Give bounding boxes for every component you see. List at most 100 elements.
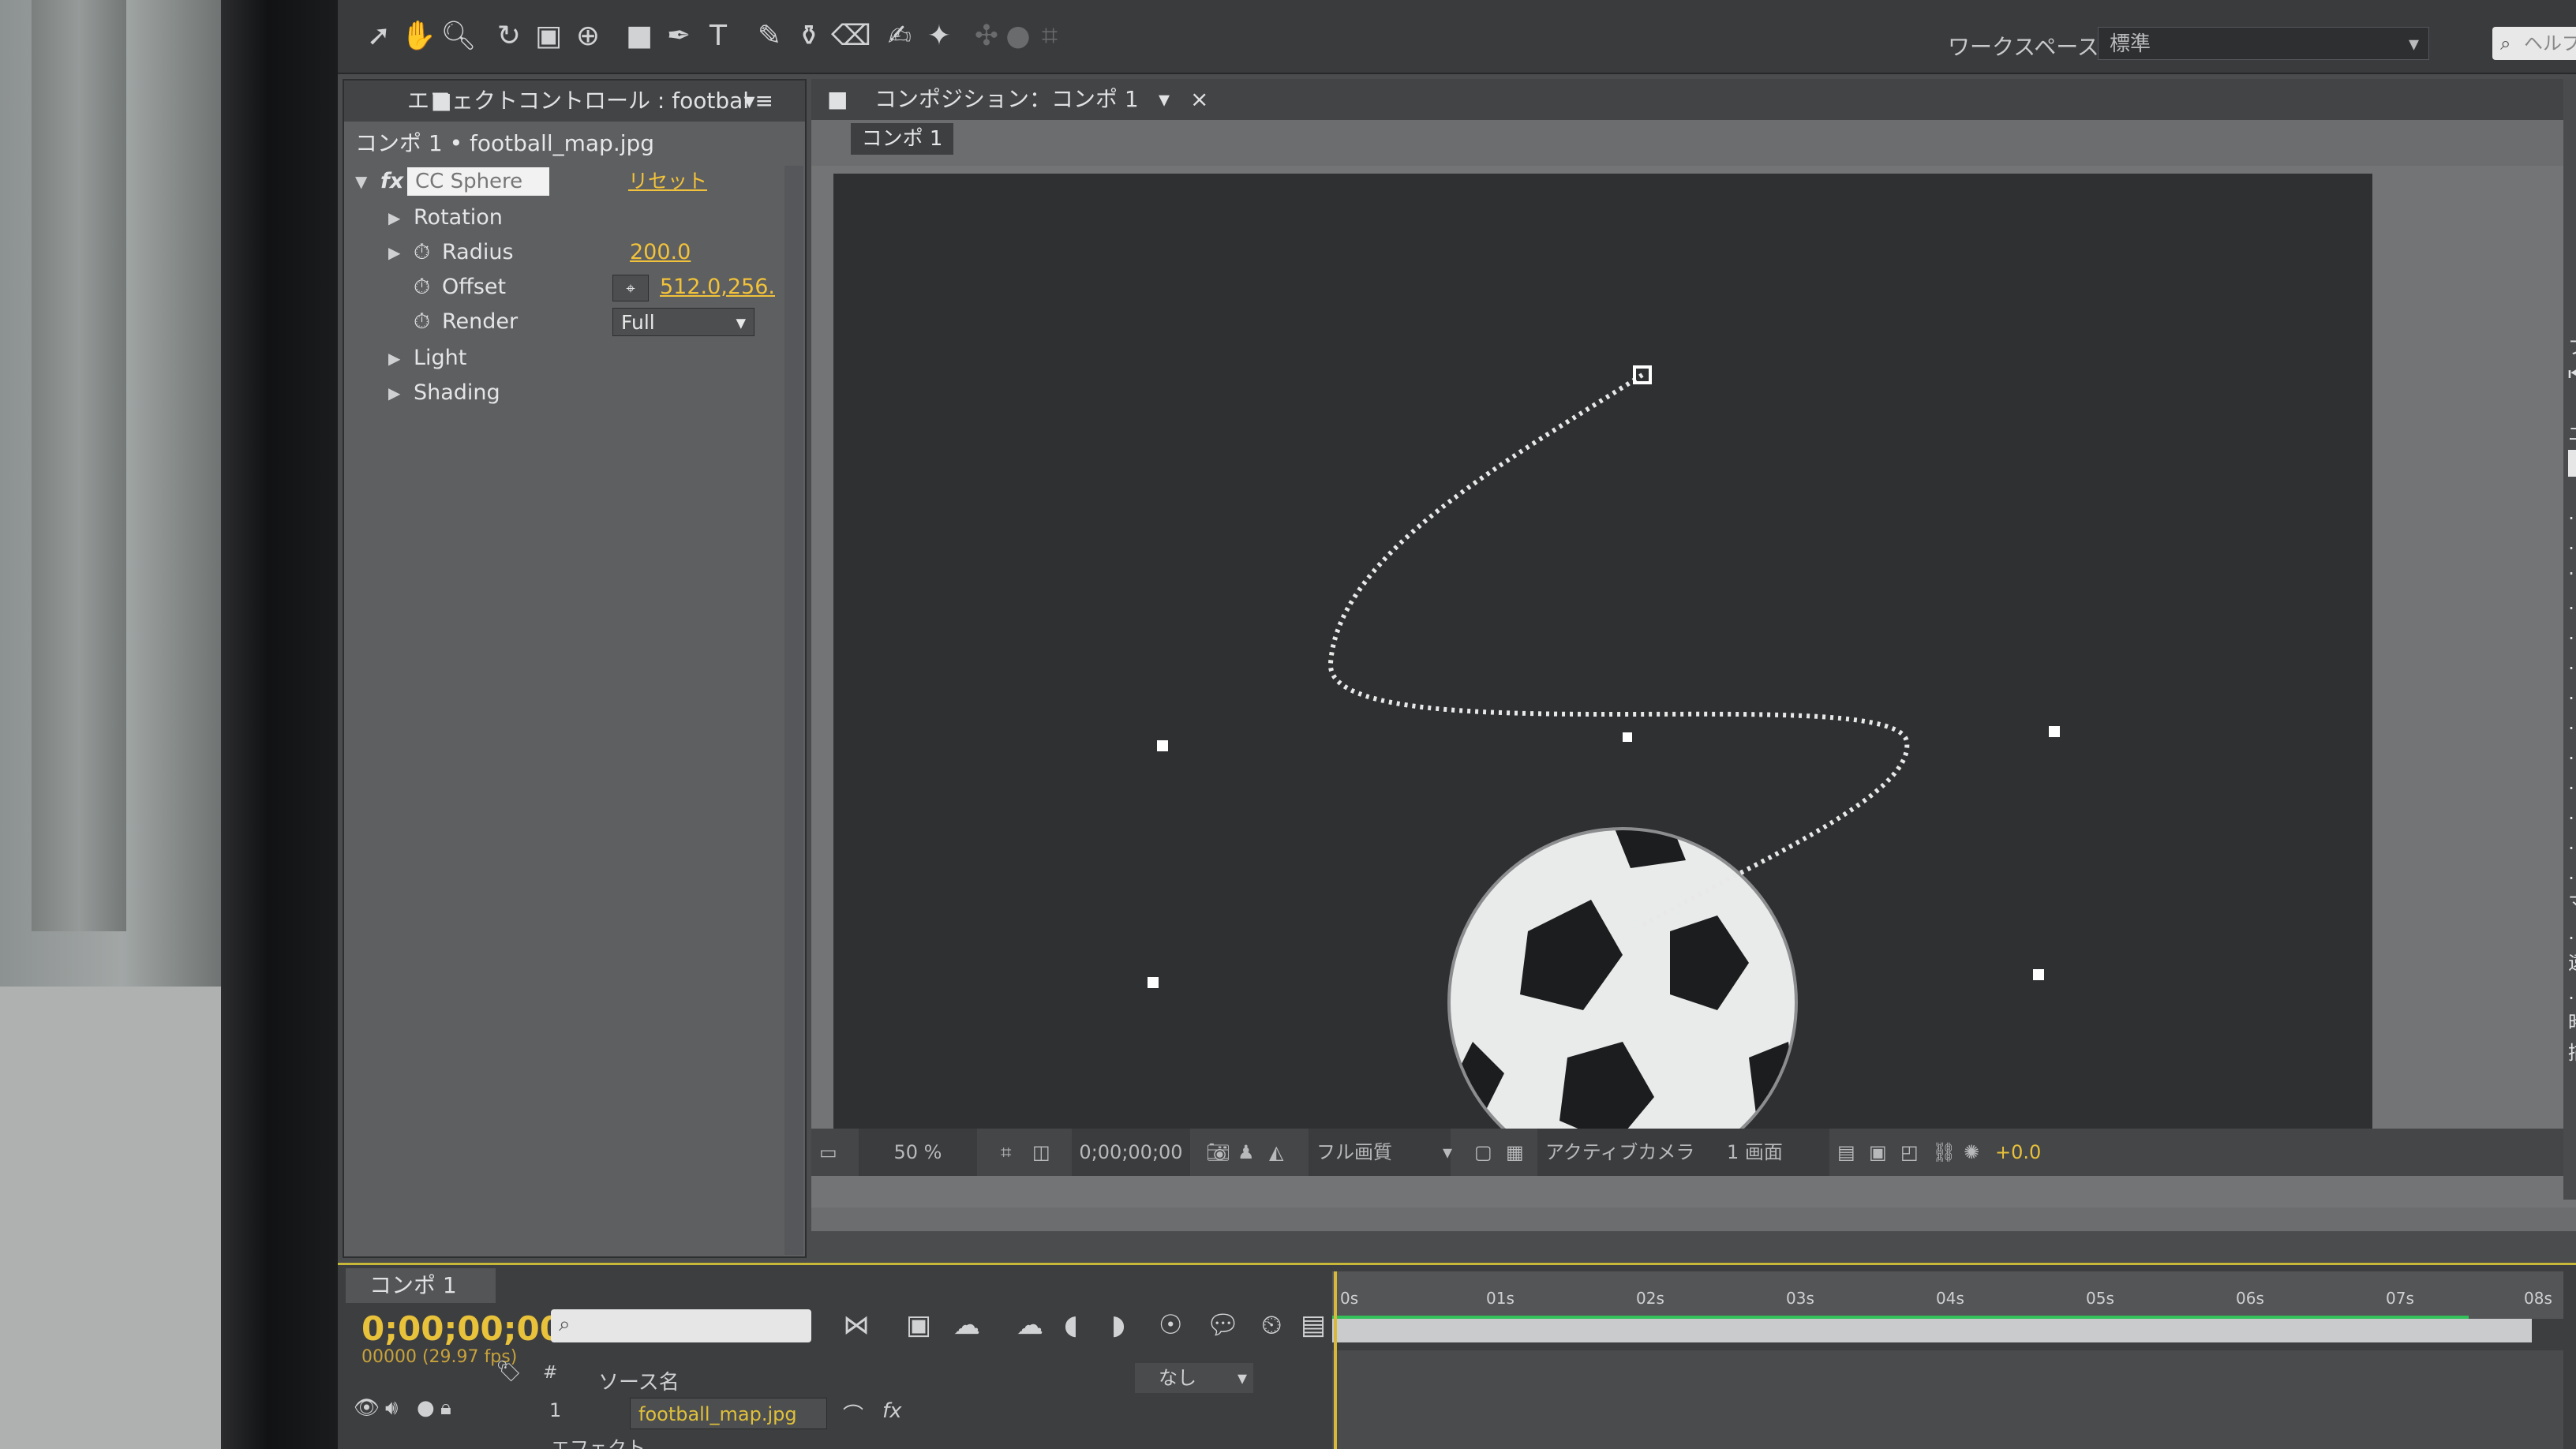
chevron-down-icon[interactable]: ▾	[1159, 79, 1170, 120]
draft-3d-icon[interactable]: ▣	[906, 1309, 931, 1341]
corner-handle[interactable]	[2049, 726, 2060, 737]
color-channel-icon[interactable]: ◭	[1269, 1129, 1283, 1176]
effect-category[interactable]: 時間	[2568, 1007, 2576, 1035]
fx-switch-icon[interactable]: fx	[882, 1399, 902, 1423]
stopwatch-icon[interactable]: ⏱	[414, 235, 430, 270]
tab-composition[interactable]: ■ コンポジション：コンポ 1 ▾ ×	[811, 79, 2576, 120]
corner-handle[interactable]	[1148, 977, 1159, 988]
close-icon[interactable]: ×	[1190, 79, 1208, 120]
property-rotation[interactable]: ▶ Rotation	[344, 200, 786, 235]
roto-brush-tool-icon[interactable]: ✍	[882, 19, 917, 54]
timeline-toggle-icon[interactable]: ◰	[1900, 1129, 1919, 1176]
clone-stamp-tool-icon[interactable]: ⚱	[792, 19, 826, 54]
triangle-right-icon[interactable]: ▶	[388, 235, 400, 270]
exposure-value[interactable]: +0.0	[1995, 1129, 2041, 1176]
render-select[interactable]: Full ▾	[612, 308, 754, 336]
brainstorm-icon[interactable]: ◗	[1111, 1309, 1125, 1341]
chat-icon[interactable]: 💬︎	[1206, 1309, 1240, 1341]
reset-link[interactable]: リセット	[628, 164, 707, 199]
effect-category[interactable]: …ョン	[2568, 977, 2576, 1005]
always-preview-icon[interactable]: ▭	[819, 1129, 837, 1176]
frame-blending-icon[interactable]: ☁	[1017, 1309, 1043, 1341]
graph-editor-icon[interactable]: ☉	[1159, 1309, 1182, 1341]
transparency-grid-icon[interactable]: ▦	[1506, 1129, 1524, 1176]
current-time-indicator[interactable]	[1334, 1271, 1337, 1449]
motion-path-overlay[interactable]	[833, 174, 2372, 1156]
effect-category[interactable]: …ル	[2568, 527, 2576, 555]
stopwatch-icon[interactable]: ⏱	[414, 305, 430, 339]
effect-category[interactable]: …オ	[2568, 617, 2576, 645]
effects-search-input[interactable]	[2568, 450, 2576, 477]
world-axis-icon[interactable]: ●	[1001, 19, 1035, 54]
effect-category[interactable]: …ル	[2568, 737, 2576, 765]
property-shading[interactable]: ▶ Shading	[344, 376, 786, 410]
offset-value[interactable]: 512.0,256.	[660, 270, 775, 305]
layer-duration-bar[interactable]	[1332, 1350, 2563, 1449]
help-search-input[interactable]: ⌕ ヘルプを検索	[2492, 27, 2576, 60]
grid-icon[interactable]: ⌗	[1001, 1129, 1012, 1176]
selection-tool-icon[interactable]: ➚	[361, 19, 396, 54]
path-vertex[interactable]	[1623, 732, 1632, 742]
camera-tool-icon[interactable]: ▣	[531, 19, 566, 54]
parent-select[interactable]: なし ▾	[1135, 1363, 1253, 1393]
comp-breadcrumb[interactable]: コンポ 1	[851, 123, 953, 155]
effect-category[interactable]: …ョン	[2568, 767, 2576, 795]
hide-shy-icon[interactable]: ☁	[953, 1309, 980, 1341]
zoom-select[interactable]: 50 %	[859, 1129, 977, 1176]
corner-handle[interactable]	[2033, 969, 2044, 980]
motion-blur-icon[interactable]: ◖	[1064, 1309, 1078, 1341]
effect-category[interactable]: …グ	[2568, 647, 2576, 675]
flowchart-icon[interactable]: ⛓	[1932, 1129, 1956, 1176]
puppet-pin-tool-icon[interactable]: ✦	[922, 19, 957, 54]
effect-category[interactable]: …ture	[2568, 557, 2576, 579]
effect-category[interactable]: …リティ	[2568, 917, 2576, 945]
effect-category[interactable]: マット	[2568, 887, 2576, 915]
crosshair-icon[interactable]: ⌖	[612, 275, 649, 301]
property-offset[interactable]: ⏱ Offset ⌖ 512.0,256.	[344, 270, 786, 305]
region-of-interest-icon[interactable]: ▢	[1474, 1129, 1492, 1176]
triangle-right-icon[interactable]: ▶	[388, 200, 400, 235]
camera-snapshot-icon[interactable]: 📷︎	[1206, 1129, 1230, 1176]
viewer-timecode[interactable]: 0;00;00;00	[1072, 1129, 1190, 1176]
audio-icon[interactable]: 🔊︎	[385, 1396, 398, 1421]
switch-icon[interactable]: ⌒	[843, 1399, 863, 1428]
graph-icon[interactable]: ▤	[1301, 1309, 1326, 1341]
zoom-tool-icon[interactable]: 🔍︎	[440, 19, 477, 54]
panel-lock-icon[interactable]: ■	[827, 79, 848, 120]
views-select[interactable]: 1 画面	[1719, 1129, 1829, 1176]
fast-preview-icon[interactable]: ▣	[1869, 1129, 1887, 1176]
hand-tool-icon[interactable]: ✋	[401, 19, 436, 54]
exposure-icon[interactable]: ✺	[1964, 1129, 1979, 1176]
rectangle-tool-icon[interactable]: ■	[622, 19, 657, 54]
property-radius[interactable]: ▶ ⏱ Radius 200.0	[344, 235, 786, 270]
tab-timeline-comp[interactable]: コンポ 1	[346, 1268, 496, 1303]
axis-mode-icon[interactable]: ✣	[969, 19, 1004, 54]
eye-icon[interactable]: 👁︎	[354, 1396, 380, 1420]
effect-category[interactable]: 描画	[2568, 1037, 2576, 1065]
work-area-bar[interactable]	[1332, 1319, 2532, 1342]
effect-name[interactable]: CC Sphere	[407, 167, 549, 196]
solo-icon[interactable]: ●	[417, 1396, 435, 1420]
effect-category[interactable]: 遠近	[2568, 947, 2576, 975]
corner-handle[interactable]	[1157, 740, 1168, 751]
panel-close-icon[interactable]: ■	[431, 80, 451, 122]
snapshot-icon[interactable]: ◫	[1032, 1129, 1050, 1176]
property-render[interactable]: ⏱ Render Full ▾	[344, 305, 786, 339]
workspace-select[interactable]: 標準 ▾	[2098, 27, 2429, 60]
lock-icon[interactable]: 🔒︎	[440, 1396, 451, 1421]
property-light[interactable]: ▶ Light	[344, 341, 786, 376]
show-channel-icon[interactable]: ♟	[1237, 1129, 1255, 1176]
pan-behind-tool-icon[interactable]: ⊕	[571, 19, 605, 54]
timer-icon[interactable]: ⏲	[1261, 1309, 1282, 1341]
stopwatch-icon[interactable]: ⏱	[414, 270, 430, 305]
layer-effects-group[interactable]: エフェクト	[551, 1432, 646, 1449]
triangle-down-icon[interactable]: ▼	[355, 164, 367, 199]
effect-category[interactable]: …ョン	[2568, 677, 2576, 705]
comp-mini-flowchart-icon[interactable]: ⋈	[843, 1309, 870, 1341]
first-frame-icon[interactable]: ⏮	[2568, 363, 2576, 385]
source-name-header[interactable]: ソース名	[598, 1366, 680, 1395]
soccer-ball[interactable]	[1447, 821, 1798, 1156]
current-time-display[interactable]: 0;00;00;00	[361, 1309, 563, 1348]
toggle-pixel-icon[interactable]: ▤	[1837, 1129, 1855, 1176]
time-ruler[interactable]: 0s 01s 02s 03s 04s 05s 06s 07s 08s	[1332, 1271, 2563, 1319]
